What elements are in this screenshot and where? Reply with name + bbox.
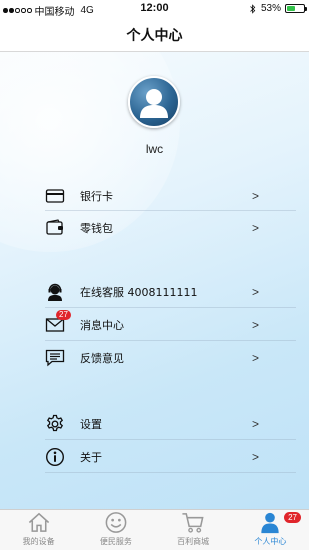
divider — [45, 307, 296, 308]
page-title: 个人中心 — [126, 27, 183, 44]
menu-item-label: 银行卡 — [80, 190, 113, 203]
person-icon — [261, 512, 280, 534]
gear-icon — [45, 414, 65, 434]
menu-item-label: 反馈意见 — [80, 352, 124, 365]
tab-personal-center[interactable]: 个人中心 27 — [232, 510, 309, 550]
unread-count-badge: 27 — [56, 310, 71, 320]
tab-bar: 我的设备 便民服务 百利商城 个人中心 27 — [0, 509, 309, 550]
chevron-right-icon: > — [251, 318, 259, 332]
menu-item-label: 在线客服 4008111111 — [80, 286, 198, 299]
menu-item-online-support[interactable]: 在线客服 4008111111 > — [45, 276, 296, 308]
home-icon — [28, 512, 49, 532]
chevron-right-icon: > — [251, 189, 259, 203]
menu-item-settings[interactable]: 设置 > — [45, 408, 296, 440]
tab-label: 我的设备 — [22, 537, 55, 546]
smiley-icon — [105, 512, 127, 533]
navigation-bar: 个人中心 — [0, 18, 309, 52]
user-silhouette-icon — [140, 89, 168, 118]
menu-item-feedback[interactable]: 反馈意见 > — [45, 342, 296, 374]
tab-label: 个人中心 — [254, 537, 287, 546]
menu-item-label: 关于 — [80, 451, 102, 464]
cart-icon — [182, 513, 204, 533]
card-icon — [45, 186, 65, 206]
menu-item-label: 设置 — [80, 418, 102, 431]
username: lwc — [145, 142, 164, 156]
divider — [45, 472, 296, 473]
menu-item-about[interactable]: 关于 > — [45, 441, 296, 473]
battery-icon — [285, 4, 307, 13]
status-bar: 中国移动 4G 12:00 53% — [0, 0, 309, 18]
chevron-right-icon: > — [251, 285, 259, 299]
chevron-right-icon: > — [251, 417, 259, 431]
menu-item-wallet[interactable]: 零钱包 > — [45, 212, 296, 244]
menu-item-label: 消息中心 — [80, 319, 124, 332]
battery-percent: 53% — [260, 3, 281, 14]
menu-item-label: 零钱包 — [80, 222, 113, 235]
divider — [45, 340, 296, 341]
tab-my-devices[interactable]: 我的设备 — [0, 510, 77, 550]
menu-item-message-center[interactable]: 27 消息中心 > — [45, 309, 296, 341]
support-agent-icon — [45, 282, 65, 302]
bluetooth-icon — [250, 3, 256, 14]
profile-page: lwc 银行卡 > 零钱包 > 在线客服 4008111111 > 27 消息中… — [0, 52, 309, 509]
avatar[interactable] — [128, 76, 180, 128]
menu-item-bank-card[interactable]: 银行卡 > — [45, 180, 296, 212]
chevron-right-icon: > — [251, 450, 259, 464]
envelope-icon: 27 — [45, 310, 71, 335]
wallet-icon — [45, 218, 65, 238]
chevron-right-icon: > — [251, 221, 259, 235]
notification-badge: 27 — [284, 512, 301, 523]
tab-label: 百利商城 — [177, 537, 210, 546]
feedback-icon — [45, 348, 65, 368]
tab-convenience-services[interactable]: 便民服务 — [77, 510, 154, 550]
tab-label: 便民服务 — [99, 537, 132, 546]
divider — [45, 439, 296, 440]
divider — [45, 210, 296, 211]
chevron-right-icon: > — [251, 351, 259, 365]
tab-baili-mall[interactable]: 百利商城 — [155, 510, 232, 550]
info-icon — [45, 447, 65, 467]
